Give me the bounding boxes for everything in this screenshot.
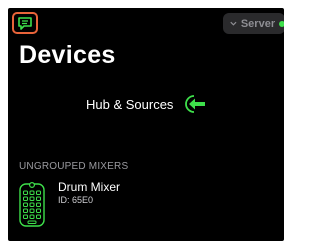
server-selector[interactable]: Server bbox=[223, 13, 284, 34]
server-status-dot bbox=[279, 20, 284, 27]
hub-sources-button[interactable]: Hub & Sources bbox=[86, 94, 211, 114]
server-label: Server bbox=[240, 17, 276, 30]
mixer-device-icon bbox=[19, 181, 45, 227]
app-screen: Server Devices Hub & Sources UNGROUPED M… bbox=[8, 8, 284, 241]
chat-button[interactable] bbox=[12, 12, 38, 34]
list-item-drum-mixer[interactable]: Drum Mixer ID: 65E0 bbox=[19, 178, 199, 230]
chevron-down-icon bbox=[230, 21, 237, 26]
mixer-id: ID: 65E0 bbox=[58, 195, 94, 205]
arrow-left-icon bbox=[185, 95, 206, 113]
hub-sources-label: Hub & Sources bbox=[86, 96, 174, 112]
mixer-name: Drum Mixer bbox=[58, 180, 120, 194]
page-title: Devices bbox=[19, 41, 116, 69]
chat-bubble-icon bbox=[18, 16, 32, 30]
section-header-ungrouped-mixers: UNGROUPED MIXERS bbox=[19, 161, 129, 172]
